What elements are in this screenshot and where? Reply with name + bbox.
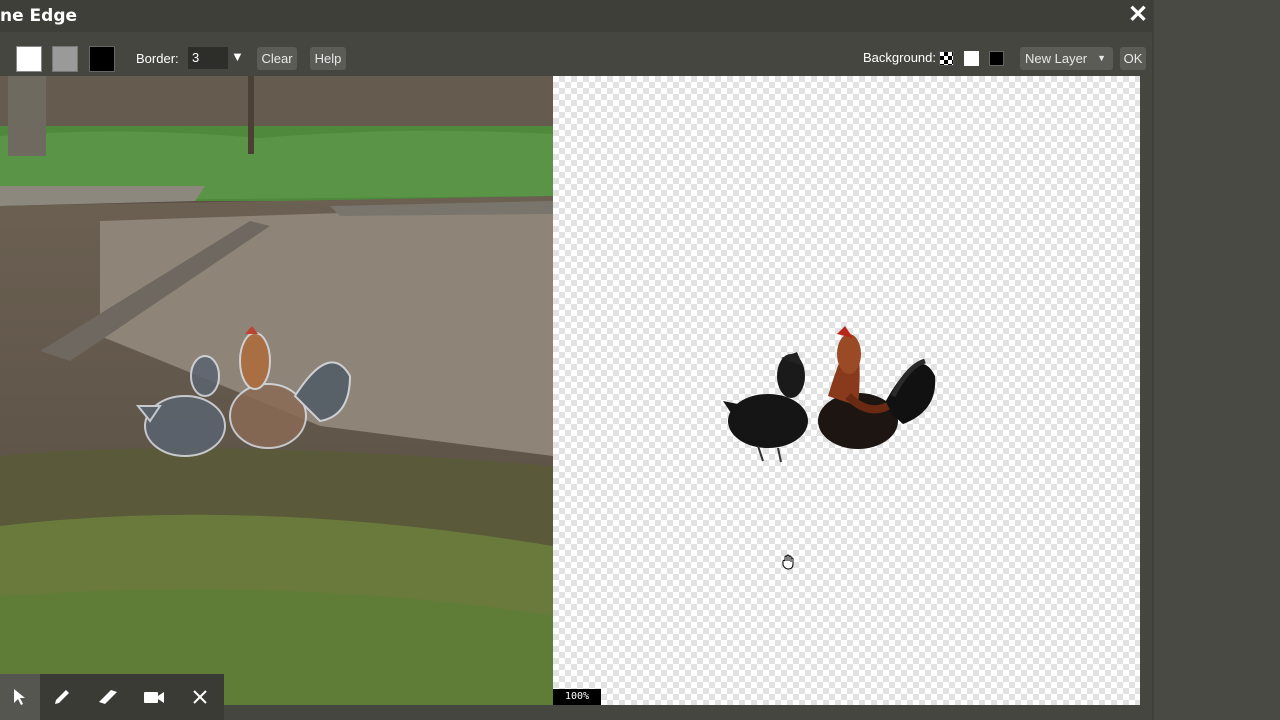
background-label: Background: xyxy=(863,50,936,65)
border-size-input[interactable]: 3 xyxy=(188,47,228,69)
title-bar: ne Edge ✕ xyxy=(0,0,1152,32)
white-swatch[interactable] xyxy=(16,46,42,72)
close-button[interactable]: ✕ xyxy=(1126,2,1150,28)
help-button[interactable]: Help xyxy=(310,47,346,70)
pointer-icon xyxy=(14,689,25,705)
pencil-tool-button[interactable] xyxy=(42,674,82,720)
gray-swatch[interactable] xyxy=(52,46,78,72)
border-label: Border: xyxy=(136,51,179,66)
eraser-icon xyxy=(99,690,117,704)
pencil-icon xyxy=(55,690,69,704)
camera-icon xyxy=(144,692,164,703)
background-transparent-option[interactable] xyxy=(939,51,954,66)
clear-button[interactable]: Clear xyxy=(257,47,297,70)
cancel-tool-button[interactable] xyxy=(180,674,220,720)
layer-select-value: New Layer xyxy=(1025,51,1088,66)
tool-bar xyxy=(0,674,224,720)
eraser-tool-button[interactable] xyxy=(88,674,128,720)
ok-button[interactable]: OK xyxy=(1120,47,1146,70)
window-title: ne Edge xyxy=(0,6,78,26)
source-photo-image xyxy=(0,76,553,705)
source-photo[interactable] xyxy=(0,76,553,705)
camera-tool-button[interactable] xyxy=(134,674,174,720)
refine-edge-window: ne Edge ✕ Border: 3 ▼ Clear Help Backgro… xyxy=(0,0,1152,720)
right-side-panel xyxy=(1152,0,1280,720)
background-black-option[interactable] xyxy=(989,51,1004,66)
chevron-down-icon: ▼ xyxy=(1097,53,1106,63)
black-swatch[interactable] xyxy=(89,46,115,72)
border-dropdown-button[interactable]: ▼ xyxy=(231,49,244,64)
zoom-level: 100% xyxy=(553,689,601,705)
close-icon xyxy=(193,690,207,704)
background-white-option[interactable] xyxy=(964,51,979,66)
extracted-chickens-image xyxy=(723,326,936,463)
preview-canvas[interactable] xyxy=(553,76,1140,705)
layer-select[interactable]: New Layer ▼ xyxy=(1020,47,1113,70)
hand-icon xyxy=(780,553,798,576)
pointer-tool-button[interactable] xyxy=(0,674,40,720)
